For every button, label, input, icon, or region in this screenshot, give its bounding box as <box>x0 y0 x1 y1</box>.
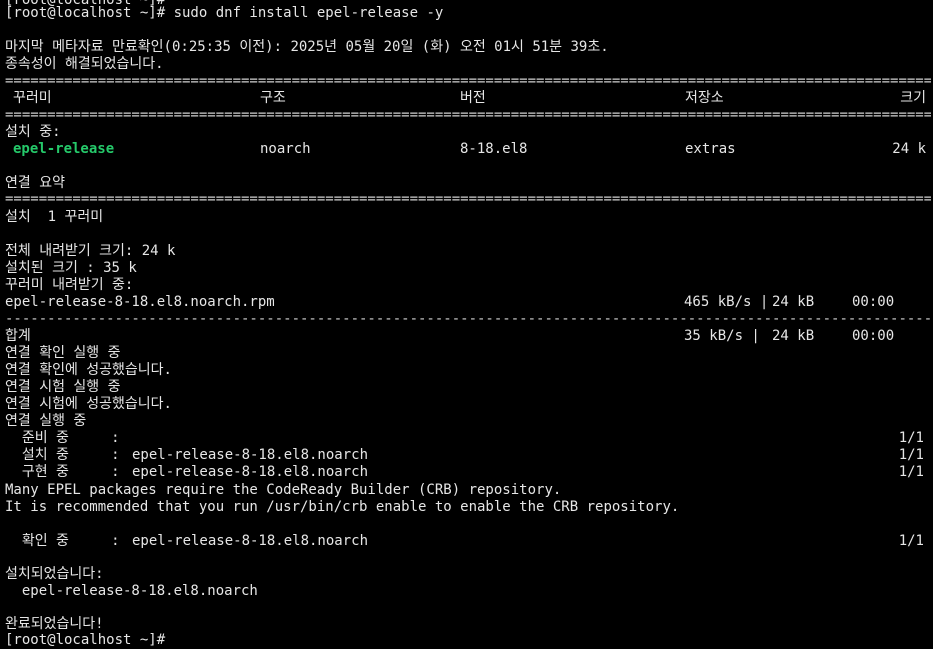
package-name: epel-release <box>13 141 115 157</box>
final-prompt[interactable]: [root@localhost ~]# <box>5 632 926 649</box>
verify-row: 확인 중 : epel-release-8-18.el8.noarch 1/1 <box>5 533 926 550</box>
command-line: [root@localhost ~]# sudo dnf install epe… <box>5 5 926 22</box>
transaction-line: 연결 시험 실행 중 <box>5 379 121 395</box>
download-file: epel-release-8-18.el8.noarch.rpm <box>5 294 275 310</box>
epel-note: It is recommended that you run /usr/bin/… <box>5 499 680 515</box>
install-count: 설치 1 꾸러미 <box>5 209 104 225</box>
transaction-line: 연결 확인에 성공했습니다. <box>5 362 172 378</box>
total-download-size: 전체 내려받기 크기: 24 k <box>5 243 176 259</box>
step-value: epel-release-8-18.el8.noarch <box>132 533 369 549</box>
download-size: 24 kB <box>772 294 815 310</box>
package-arch: noarch <box>260 141 311 157</box>
total-size: 24 kB <box>772 328 815 344</box>
package-version: 8-18.el8 <box>460 141 528 157</box>
downloading-label: 꾸러미 내려받기 중: <box>5 277 134 293</box>
step-row: 준비 중 : 1/1 <box>5 430 926 447</box>
step-label: 준비 중 : <box>5 430 120 446</box>
installed-package: epel-release-8-18.el8.noarch <box>5 583 258 599</box>
header-package: 꾸러미 <box>13 90 52 106</box>
installed-label: 설치되었습니다: <box>5 566 104 582</box>
step-progress: 1/1 <box>898 464 924 480</box>
separator-double: ========================================… <box>5 73 931 89</box>
separator-double: ========================================… <box>5 191 931 207</box>
dependencies-resolved-line: 종속성이 해결되었습니다. <box>5 56 164 72</box>
package-row: epel-release noarch 8-18.el8 extras 24 k <box>5 141 926 158</box>
installed-size: 설치된 크기 : 35 k <box>5 260 137 276</box>
header-size: 크기 <box>900 90 926 106</box>
summary-title: 연결 요약 <box>5 175 65 191</box>
prompt-text: [root@localhost ~]# <box>5 632 174 648</box>
epel-note: Many EPEL packages require the CodeReady… <box>5 482 562 498</box>
complete-message: 완료되었습니다! <box>5 616 104 632</box>
download-speed: 465 kB/s | <box>684 294 769 310</box>
step-row: 구현 중 : epel-release-8-18.el8.noarch 1/1 <box>5 464 926 481</box>
download-time: 00:00 <box>852 294 895 310</box>
step-label: 구현 중 : <box>5 464 120 480</box>
total-speed: 35 kB/s | <box>684 328 760 344</box>
transaction-line: 연결 실행 중 <box>5 413 87 429</box>
package-repo: extras <box>685 141 736 157</box>
package-size: 24 k <box>892 141 926 157</box>
transaction-line: 연결 확인 실행 중 <box>5 345 121 361</box>
step-value: epel-release-8-18.el8.noarch <box>132 464 369 480</box>
table-header: 꾸러미 구조 버전 저장소 크기 <box>5 90 926 107</box>
header-version: 버전 <box>460 90 486 106</box>
total-label: 합계 <box>5 328 31 344</box>
transaction-line: 연결 시험에 성공했습니다. <box>5 396 172 412</box>
step-progress: 1/1 <box>898 447 924 463</box>
step-label: 설치 중 : <box>5 447 120 463</box>
command-text: sudo dnf install epel-release -y <box>173 5 444 21</box>
cursor <box>173 632 182 647</box>
separator-double: ========================================… <box>5 107 931 123</box>
installing-label: 설치 중: <box>5 124 61 140</box>
metadata-line: 마지막 메타자료 만료확인(0:25:35 이전): 2025년 05월 20일… <box>5 39 609 55</box>
step-label: 확인 중 : <box>5 533 120 549</box>
separator-single: ----------------------------------------… <box>5 311 931 327</box>
header-repo: 저장소 <box>685 90 724 106</box>
terminal-window[interactable]: [root@localhost ~]# [root@localhost ~]# … <box>0 0 933 649</box>
step-value: epel-release-8-18.el8.noarch <box>132 447 369 463</box>
header-arch: 구조 <box>260 90 286 106</box>
step-row: 설치 중 : epel-release-8-18.el8.noarch 1/1 <box>5 447 926 464</box>
download-row: epel-release-8-18.el8.noarch.rpm 465 kB/… <box>5 294 926 311</box>
total-row: 합계 35 kB/s | 24 kB 00:00 <box>5 328 926 345</box>
step-progress: 1/1 <box>898 430 924 446</box>
prompt-text: [root@localhost ~]# <box>5 5 174 21</box>
step-progress: 1/1 <box>898 533 924 549</box>
total-time: 00:00 <box>852 328 895 344</box>
